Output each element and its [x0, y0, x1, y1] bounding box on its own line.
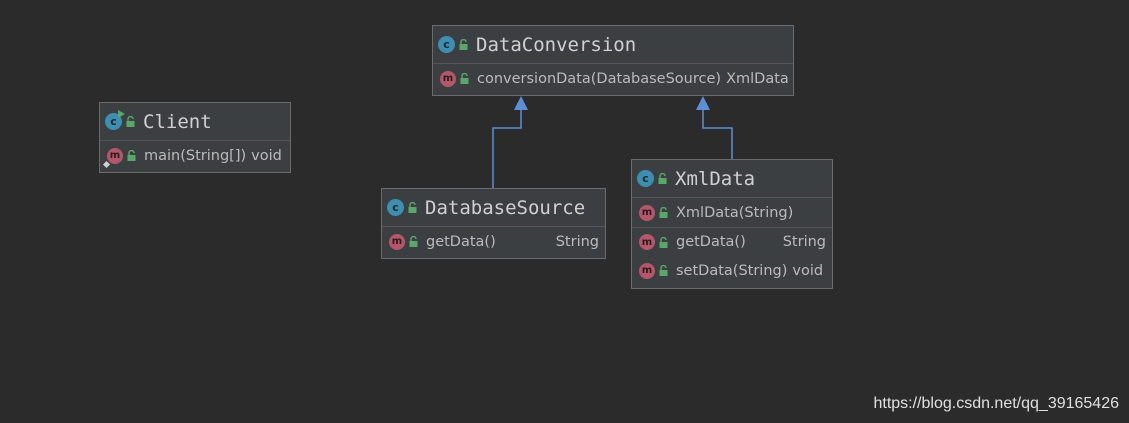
lock-icon	[659, 207, 668, 218]
method-row[interactable]: m conversionData(DatabaseSource) XmlData	[433, 64, 793, 93]
method-row[interactable]: m getData() String	[632, 227, 832, 256]
class-header[interactable]: c DatabaseSource	[382, 189, 605, 227]
method-return-type: void	[792, 262, 824, 279]
class-header[interactable]: c Client	[100, 103, 290, 141]
lock-icon	[658, 173, 667, 184]
lock-icon	[460, 73, 469, 84]
method-icon: m	[440, 70, 456, 87]
method-return-type: XmlData	[726, 70, 789, 87]
class-node-client[interactable]: c Client m main(String[]) void	[99, 102, 291, 173]
runnable-class-icon: c	[105, 110, 125, 130]
class-name: DataConversion	[476, 33, 637, 56]
lock-icon	[659, 265, 668, 276]
static-method-icon: m	[107, 147, 123, 164]
method-row[interactable]: m setData(String) void	[632, 256, 832, 285]
method-return-type: void	[251, 147, 282, 164]
lock-icon	[459, 39, 468, 50]
class-name: Client	[143, 110, 212, 133]
class-header[interactable]: c XmlData	[632, 160, 832, 198]
lock-icon	[659, 236, 668, 248]
constructor-name: XmlData(String)	[676, 204, 794, 221]
class-node-databasesource[interactable]: c DatabaseSource m getData() String	[381, 188, 606, 259]
method-icon: m	[639, 204, 655, 221]
inheritance-arrowhead	[514, 96, 528, 110]
lock-icon	[408, 202, 417, 213]
method-name: conversionData(DatabaseSource)	[477, 70, 722, 87]
method-name: setData(String)	[676, 262, 788, 279]
method-icon: m	[389, 233, 405, 250]
method-return-type: String	[782, 234, 826, 250]
class-icon: c	[387, 199, 404, 216]
inheritance-arrowhead	[696, 96, 710, 110]
method-icon: m	[639, 262, 655, 279]
method-row[interactable]: m getData() String	[382, 227, 605, 256]
method-name: main(String[])	[144, 147, 247, 164]
class-name: DatabaseSource	[425, 196, 586, 219]
class-header[interactable]: c DataConversion	[433, 26, 793, 64]
class-node-dataconversion[interactable]: c DataConversion m conversionData(Databa…	[432, 25, 794, 96]
edge-xmldata-to-dataconversion	[696, 96, 733, 159]
class-name: XmlData	[675, 167, 756, 190]
lock-icon	[127, 150, 136, 161]
method-row[interactable]: m main(String[]) void	[100, 141, 290, 170]
method-icon: m	[639, 234, 655, 250]
lock-icon	[409, 236, 418, 247]
method-name: getData()	[426, 233, 496, 250]
class-icon: c	[637, 170, 654, 187]
constructor-row[interactable]: m XmlData(String)	[632, 198, 832, 227]
watermark-url: https://blog.csdn.net/qq_39165426	[873, 395, 1119, 412]
lock-icon	[126, 116, 135, 127]
class-icon: c	[438, 36, 455, 53]
edge-databasesource-to-dataconversion	[492, 96, 528, 188]
class-node-xmldata[interactable]: c XmlData m XmlData(String) m getData() …	[631, 159, 833, 289]
method-return-type: String	[555, 233, 599, 250]
method-name: getData()	[676, 234, 746, 250]
